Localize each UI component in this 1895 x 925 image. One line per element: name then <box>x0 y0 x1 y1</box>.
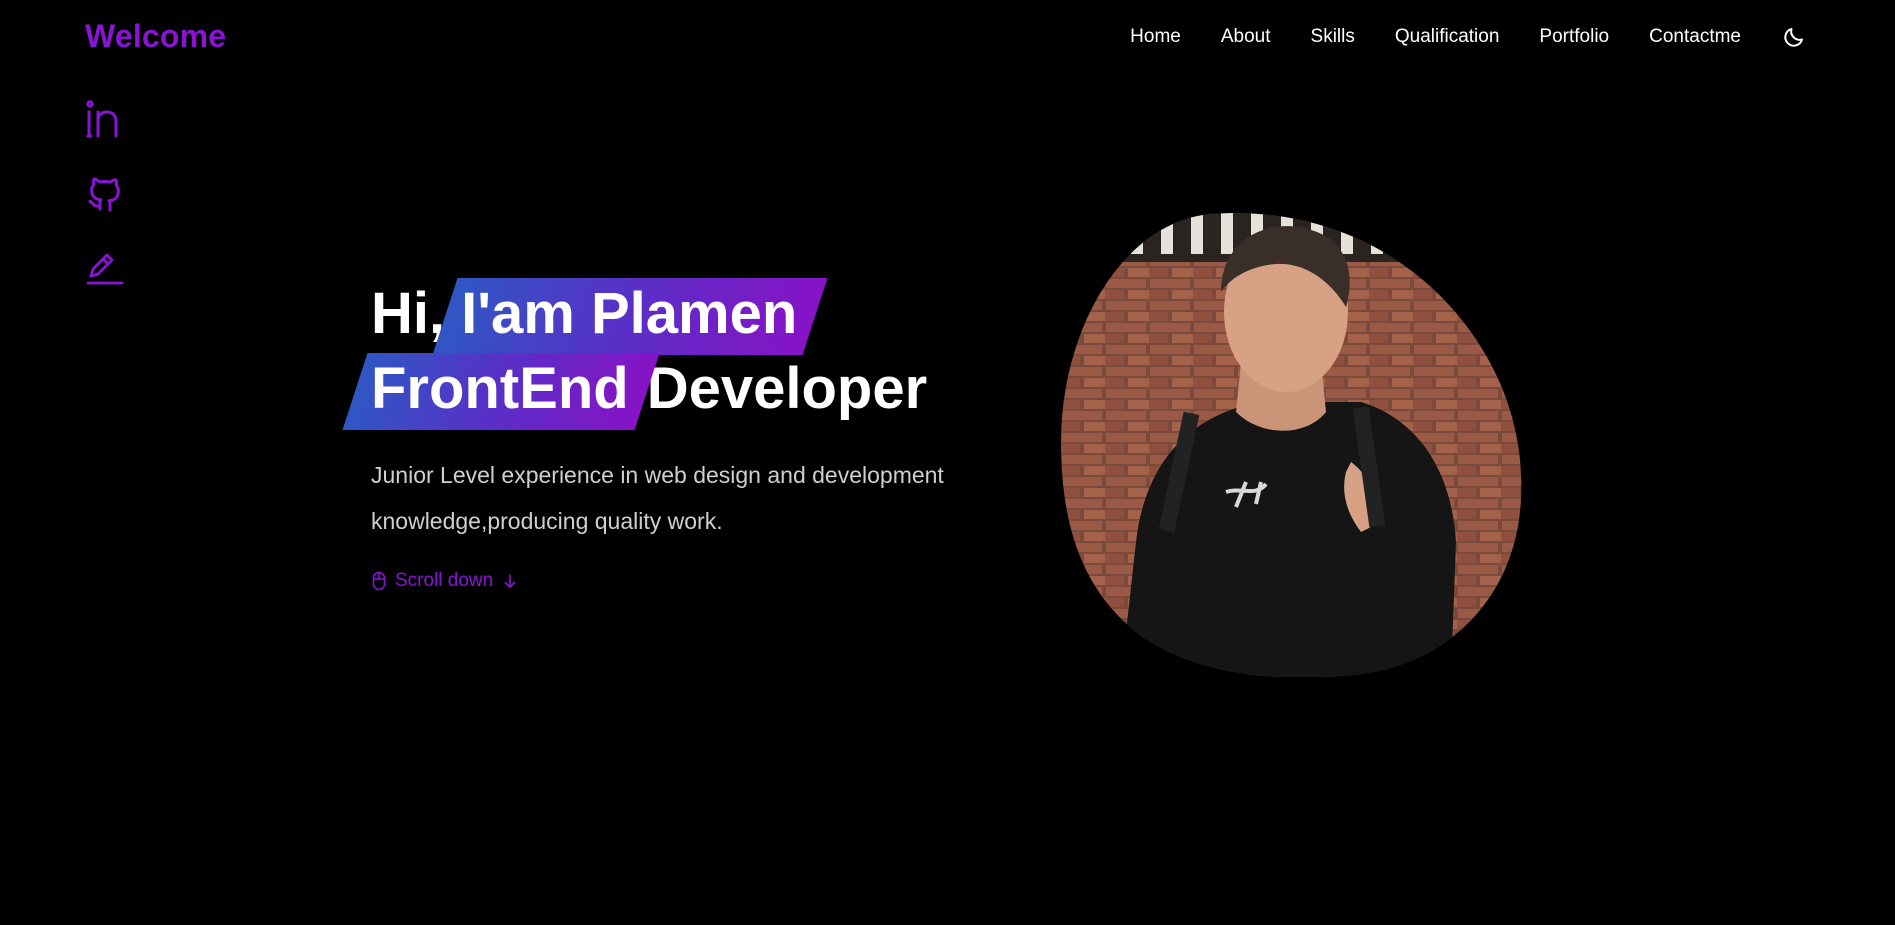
moon-icon <box>1784 28 1803 47</box>
role-highlight: FrontEnd <box>365 351 635 426</box>
logo[interactable]: Welcome <box>85 18 226 55</box>
nav-about[interactable]: About <box>1221 26 1271 48</box>
nav-home[interactable]: Home <box>1130 26 1181 48</box>
mouse-icon <box>371 571 387 591</box>
github-link[interactable] <box>85 174 125 214</box>
greeting-text: Hi, <box>371 281 446 346</box>
role-text: Developer <box>646 356 928 421</box>
nav-qualification[interactable]: Qualification <box>1395 26 1500 48</box>
linkedin-icon <box>86 100 118 138</box>
theme-toggle-button[interactable] <box>1781 24 1807 50</box>
hero-title: Hi, I'am Plamen FrontEnd Developer <box>371 276 927 426</box>
site-header: Welcome Home About Skills Qualification … <box>0 0 1895 74</box>
pencil-icon <box>86 253 124 285</box>
nav-portfolio[interactable]: Portfolio <box>1539 26 1609 48</box>
github-icon <box>88 177 120 212</box>
nav-skills[interactable]: Skills <box>1311 26 1355 48</box>
arrow-down-icon <box>503 573 517 589</box>
home-page: Welcome Home About Skills Qualification … <box>0 0 1895 925</box>
title-line-2: FrontEnd Developer <box>371 351 927 426</box>
hero-description: Junior Level experience in web design an… <box>371 462 944 534</box>
scroll-down-label: Scroll down <box>395 570 494 591</box>
blog-link[interactable] <box>85 248 125 288</box>
title-line-1: Hi, I'am Plamen <box>371 276 927 351</box>
scroll-down-button[interactable]: Scroll down <box>371 570 517 592</box>
main-nav: Home About Skills Qualification Portfoli… <box>1090 24 1807 50</box>
name-highlight: I'am Plamen <box>455 276 803 351</box>
nav-contactme[interactable]: Contactme <box>1649 26 1741 48</box>
profile-photo <box>1061 212 1524 677</box>
linkedin-link[interactable] <box>85 100 125 140</box>
social-links <box>85 100 125 322</box>
